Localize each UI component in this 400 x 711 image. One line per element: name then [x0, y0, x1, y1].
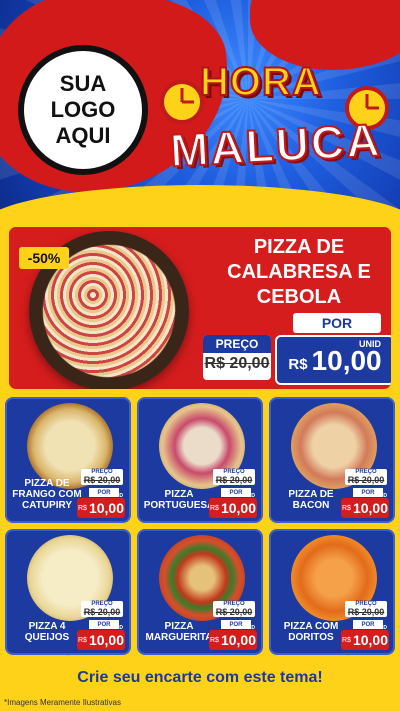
- featured-offer[interactable]: -50% PIZZA DE CALABRESA E CEBOLA PREÇO R…: [6, 224, 394, 392]
- old-price-box: PREÇO R$ 20,00: [213, 469, 255, 485]
- product-name: PIZZA PORTUGUESA: [143, 489, 215, 511]
- currency: R$: [210, 636, 219, 644]
- currency: R$: [78, 504, 87, 512]
- new-price-box: R$ 10,00: [341, 498, 389, 518]
- currency: R$: [78, 636, 87, 644]
- new-price: 10,00: [311, 345, 382, 376]
- new-price: 10,00: [220, 632, 256, 648]
- product-name: PIZZA DE FRANGO COM CATUPIRY: [12, 478, 82, 511]
- old-price-box: PREÇO R$ 20,00: [81, 469, 123, 485]
- product-card[interactable]: PIZZA MARGUERITA PREÇO R$ 20,00 POR UNID…: [137, 529, 263, 655]
- new-price-box: R$ 10,00: [209, 630, 257, 650]
- logo-line-1: SUA: [59, 71, 107, 96]
- old-price-box: PREÇO R$ 20,00: [203, 335, 271, 380]
- new-price-box: R$ 10,00: [209, 498, 257, 518]
- product-name: PIZZA 4 QUEIJOS: [24, 621, 70, 643]
- logo-line-3: AQUI: [55, 123, 111, 148]
- new-price: 10,00: [352, 632, 388, 648]
- title-hora: HORA: [199, 59, 322, 105]
- cta-banner[interactable]: Crie seu encarte com este tema!: [48, 664, 352, 692]
- currency: R$: [210, 504, 219, 512]
- old-price: R$ 20,00: [83, 475, 121, 485]
- new-price-box: R$ 10,00: [77, 498, 125, 518]
- old-price-box: PREÇO R$ 20,00: [345, 601, 387, 617]
- product-card[interactable]: PIZZA DE FRANGO COM CATUPIRY PREÇO R$ 20…: [5, 397, 131, 523]
- header-banner: SUA LOGO AQUI HORA MALUCA: [0, 0, 400, 220]
- logo-placeholder[interactable]: SUA LOGO AQUI: [18, 45, 148, 175]
- old-price: R$ 20,00: [347, 475, 385, 485]
- new-price-box: R$ 10,00: [77, 630, 125, 650]
- preco-label: PREÇO: [203, 335, 271, 353]
- product-card[interactable]: PIZZA COM DORITOS PREÇO R$ 20,00 POR UNI…: [269, 529, 395, 655]
- unit-label: UNID: [359, 339, 381, 349]
- product-card[interactable]: PIZZA 4 QUEIJOS PREÇO R$ 20,00 POR UNID …: [5, 529, 131, 655]
- old-price: R$ 20,00: [204, 355, 270, 372]
- por-label: POR: [293, 313, 381, 333]
- new-price: 10,00: [352, 500, 388, 516]
- currency: R$: [342, 504, 351, 512]
- new-price: 10,00: [88, 632, 124, 648]
- discount-badge: -50%: [19, 247, 69, 269]
- old-price-box: PREÇO R$ 20,00: [213, 601, 255, 617]
- currency: R$: [288, 356, 308, 373]
- product-name: PIZZA COM DORITOS: [283, 621, 339, 643]
- old-price: R$ 20,00: [83, 607, 121, 617]
- alarm-clock-icon: [160, 80, 204, 124]
- featured-product-title: PIZZA DE CALABRESA E CEBOLA: [227, 236, 371, 308]
- old-price-box: PREÇO R$ 20,00: [345, 469, 387, 485]
- product-name: PIZZA DE BACON: [288, 489, 334, 511]
- old-price: R$ 20,00: [347, 607, 385, 617]
- new-price: 10,00: [220, 500, 256, 516]
- currency: R$: [342, 636, 351, 644]
- logo-line-2: LOGO: [50, 97, 116, 122]
- old-price: R$ 20,00: [215, 475, 253, 485]
- product-card[interactable]: PIZZA PORTUGUESA PREÇO R$ 20,00 POR UNID…: [137, 397, 263, 523]
- product-card[interactable]: PIZZA DE BACON PREÇO R$ 20,00 POR UNID R…: [269, 397, 395, 523]
- product-name: PIZZA MARGUERITA: [145, 621, 213, 643]
- new-price-box: R$ 10,00: [341, 630, 389, 650]
- disclaimer: *Imagens Meramente Ilustrativas: [4, 698, 121, 707]
- new-price: 10,00: [88, 500, 124, 516]
- title-maluca: MALUCA: [168, 113, 384, 178]
- old-price: R$ 20,00: [215, 607, 253, 617]
- old-price-box: PREÇO R$ 20,00: [81, 601, 123, 617]
